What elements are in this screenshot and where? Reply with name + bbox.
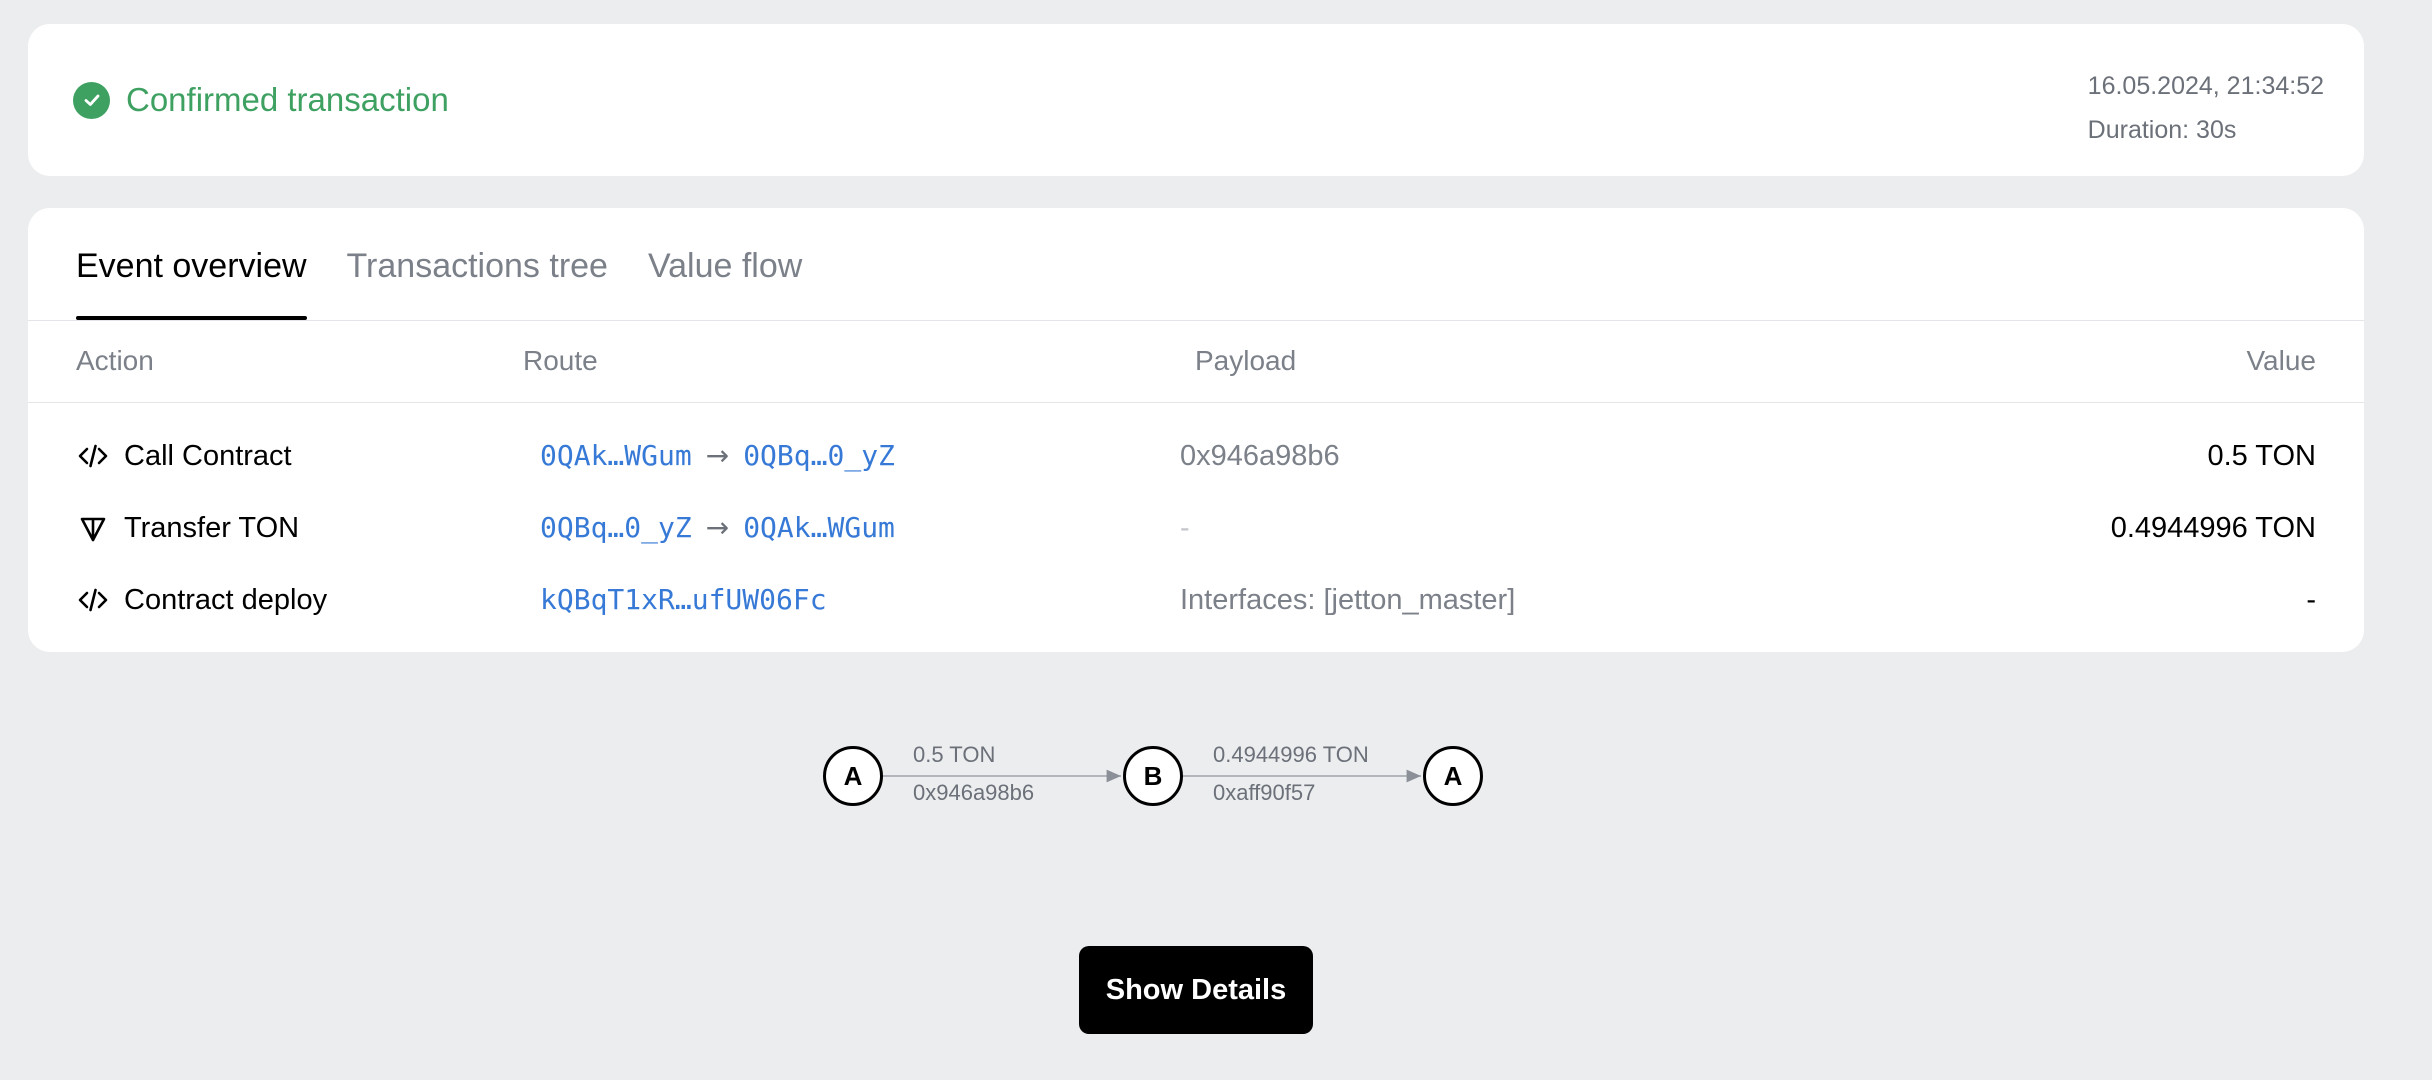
tab-value-flow[interactable]: Value flow	[648, 208, 802, 320]
status-card: Confirmed transaction 16.05.2024, 21:34:…	[28, 24, 2364, 176]
flow-node-a-return[interactable]: A	[1423, 746, 1483, 806]
table-row: Call Contract 0QAk…WGum → 0QBq…0_yZ 0x94…	[28, 420, 2364, 492]
action-cell: Call Contract	[76, 420, 292, 492]
show-details-button[interactable]: Show Details	[1079, 946, 1313, 1034]
column-route: Route	[523, 345, 598, 376]
action-label: Contract deploy	[124, 584, 328, 616]
status-meta: 16.05.2024, 21:34:52 Duration: 30s	[2088, 64, 2324, 152]
action-cell: Contract deploy	[76, 564, 327, 636]
code-icon	[76, 583, 110, 617]
arrow-right-icon: →	[705, 439, 730, 472]
table-row: Transfer TON 0QBq…0_yZ → 0QAk…WGum - 0.4…	[28, 492, 2364, 564]
contract-address[interactable]: kQBqT1xR…ufUW06Fc	[540, 564, 827, 636]
flow-node-b[interactable]: B	[1123, 746, 1183, 806]
status-indicator: Confirmed transaction	[73, 24, 449, 176]
tab-bar: Event overview Transactions tree Value f…	[76, 208, 802, 320]
tab-event-overview[interactable]: Event overview	[76, 208, 307, 320]
column-action: Action	[76, 345, 154, 376]
route-to-address[interactable]: 0QBq…0_yZ	[743, 420, 895, 492]
action-label: Call Contract	[124, 440, 292, 472]
value-flow-diagram: A B A 0.5 TON 0x946a98b6 0.4944996 TON 0…	[820, 740, 1520, 830]
table-row: Contract deploy kQBqT1xR…ufUW06Fc Interf…	[28, 564, 2364, 636]
edge-opcode: 0x946a98b6	[913, 780, 1035, 805]
header-divider	[28, 402, 2364, 403]
ton-icon	[76, 511, 110, 545]
edge-amount: 0.5 TON	[913, 742, 996, 767]
status-label: Confirmed transaction	[126, 81, 449, 118]
transaction-duration: Duration: 30s	[2087, 116, 2237, 144]
arrow-right-icon: →	[705, 511, 730, 544]
payload-cell: Interfaces: [jetton_master]	[1180, 584, 1516, 616]
column-payload: Payload	[1195, 345, 1297, 376]
route-from-address[interactable]: 0QBq…0_yZ	[540, 492, 692, 564]
tab-transactions-tree[interactable]: Transactions tree	[347, 208, 608, 320]
code-icon	[76, 439, 110, 473]
column-value: Value	[2246, 345, 2316, 376]
edge-amount: 0.4944996 TON	[1213, 742, 1369, 767]
edge-opcode: 0xaff90f57	[1213, 780, 1316, 805]
transaction-datetime: 16.05.2024, 21:34:52	[2087, 72, 2324, 100]
flow-node-a[interactable]: A	[823, 746, 883, 806]
route-from-address[interactable]: 0QAk…WGum	[540, 420, 692, 492]
payload-cell: -	[1180, 512, 1190, 544]
value-cell: 0.5 TON	[2207, 440, 2316, 472]
payload-cell: 0x946a98b6	[1180, 440, 1340, 472]
table-header: Action Route Payload Value	[28, 320, 2364, 402]
route-to-address[interactable]: 0QAk…WGum	[743, 492, 895, 564]
route-cell: kQBqT1xR…ufUW06Fc	[540, 564, 827, 636]
check-circle-icon	[73, 81, 110, 119]
action-cell: Transfer TON	[76, 492, 299, 564]
value-cell: 0.4944996 TON	[2110, 512, 2316, 544]
route-cell: 0QBq…0_yZ → 0QAk…WGum	[540, 492, 895, 564]
route-cell: 0QAk…WGum → 0QBq…0_yZ	[540, 420, 895, 492]
event-card: Event overview Transactions tree Value f…	[28, 208, 2364, 652]
value-cell: -	[2306, 584, 2316, 616]
action-label: Transfer TON	[124, 512, 300, 544]
